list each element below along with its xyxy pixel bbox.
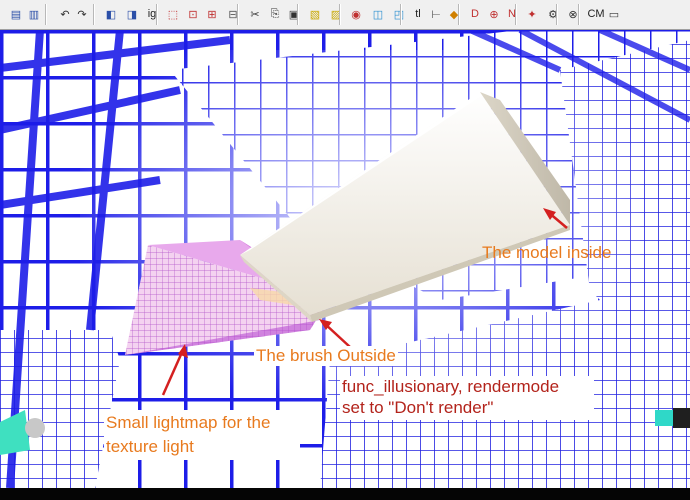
- gear-icon[interactable]: ⚙: [545, 5, 561, 23]
- carve-icon[interactable]: ▧: [307, 5, 323, 23]
- paste-icon[interactable]: ▣: [286, 5, 302, 23]
- copy-icon[interactable]: ⎘: [267, 5, 283, 23]
- uv-lock-icon[interactable]: ⊞: [204, 5, 220, 23]
- hollow-icon[interactable]: ▨: [328, 5, 344, 23]
- tl-toggle[interactable]: tl: [410, 5, 426, 23]
- annotation-lightmap-line2: texture light: [106, 437, 194, 456]
- toolbar-separator: [156, 4, 158, 25]
- toolbar-separator: [297, 4, 299, 25]
- toolbar-separator: [556, 4, 558, 25]
- toolbar-separator: [237, 4, 239, 25]
- right-object: [655, 410, 673, 426]
- decal-icon[interactable]: D: [467, 5, 483, 23]
- select-icon[interactable]: ⬚: [165, 5, 181, 23]
- camera-icon[interactable]: ▭: [606, 5, 622, 23]
- toolbar-separator: [93, 4, 95, 25]
- annotation-func-line1: func_illusionary, rendermode: [342, 377, 560, 396]
- toolbar-separator: [339, 4, 341, 25]
- overlay-icon[interactable]: ⊕: [486, 5, 502, 23]
- vertex-tool-icon[interactable]: ◰: [391, 5, 407, 23]
- annotation-lightmap-box: Small lightmap for the texture light: [104, 410, 300, 460]
- toolbar-separator: [578, 4, 580, 25]
- toolbar-separator: [458, 4, 460, 25]
- cut-icon[interactable]: ✂: [247, 5, 263, 23]
- cube-icon[interactable]: ◧: [103, 5, 119, 23]
- texture-lock-icon[interactable]: ⊡: [185, 5, 201, 23]
- toolbar-separator: [45, 4, 47, 25]
- align-icon[interactable]: ⊢: [428, 5, 444, 23]
- run-map-icon[interactable]: ◉: [348, 5, 364, 23]
- annotation-brush-outside: The brush Outside: [254, 346, 398, 366]
- entity-icon[interactable]: N: [504, 5, 520, 23]
- 3d-viewport[interactable]: The model inside The brush Outside func_…: [0, 30, 690, 488]
- annotation-lightmap-line1: Small lightmap for the: [106, 413, 271, 432]
- annotation-func-box: func_illusionary, rendermode set to "Don…: [340, 376, 594, 420]
- status-bar: [0, 488, 690, 500]
- clip-tool-icon[interactable]: ◫: [370, 5, 386, 23]
- toolbar-separator: [515, 4, 517, 25]
- open-map-icon[interactable]: ▤: [8, 5, 24, 23]
- toolbar-separator: [400, 4, 402, 25]
- light-icon[interactable]: ✦: [524, 5, 540, 23]
- toolbar: ▤ ▥ ↶ ↷ ◧ ◨ ig ⬚ ⊡ ⊞ ⊟ ✂ ⎘ ▣ ▧ ▨ ◉ ◫ ◰ tl ⊢ ◆ D ⊕ N ✦ ⚙ ⊗ CM ▭: [0, 0, 690, 30]
- group-icon[interactable]: ◨: [124, 5, 140, 23]
- annotation-func-line2: set to "Don't render": [342, 398, 494, 417]
- save-map-icon[interactable]: ▥: [26, 5, 42, 23]
- cm-toggle[interactable]: CM: [587, 5, 604, 23]
- annotation-model-inside: The model inside: [482, 243, 612, 262]
- redo-icon[interactable]: ↷: [74, 5, 90, 23]
- undo-icon[interactable]: ↶: [57, 5, 73, 23]
